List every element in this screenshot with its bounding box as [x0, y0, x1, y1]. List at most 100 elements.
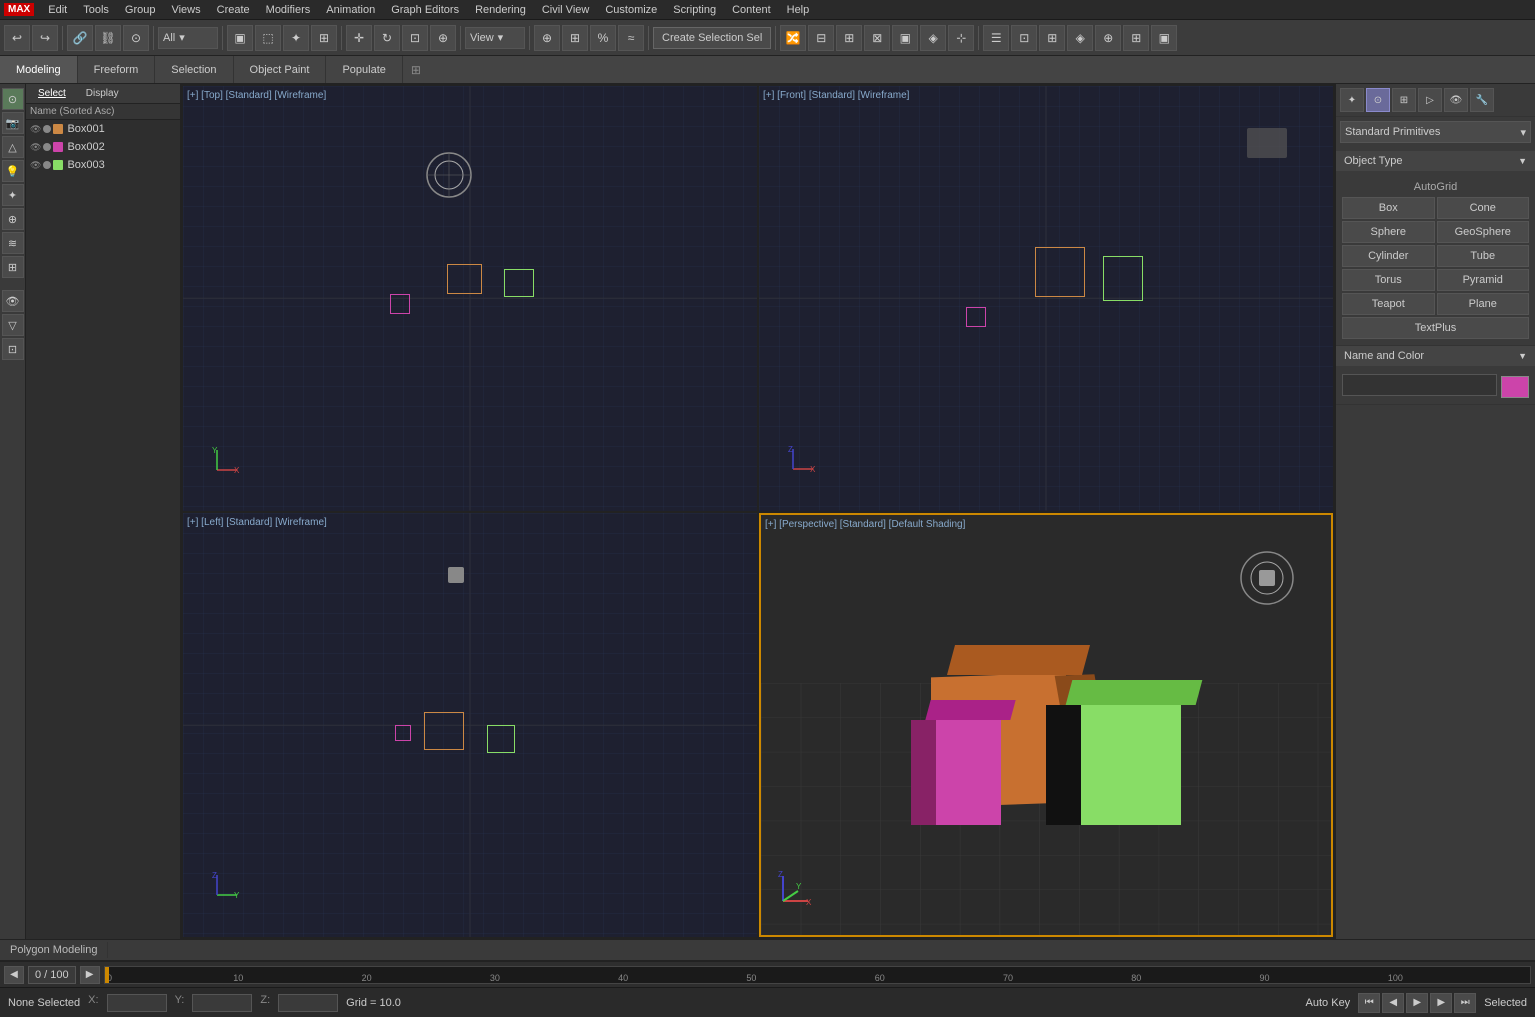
menu-group[interactable]: Group — [117, 0, 164, 20]
prim-tube[interactable]: Tube — [1437, 245, 1530, 267]
tab-modeling[interactable]: Modeling — [0, 56, 78, 83]
tool-systems[interactable]: ⊞ — [2, 256, 24, 278]
schematic-view-button[interactable]: ⊞ — [1039, 25, 1065, 51]
render-setup-button[interactable]: ⊕ — [1095, 25, 1121, 51]
prim-sphere[interactable]: Sphere — [1342, 221, 1435, 243]
menu-views[interactable]: Views — [163, 0, 208, 20]
prim-cylinder[interactable]: Cylinder — [1342, 245, 1435, 267]
prim-box[interactable]: Box — [1342, 197, 1435, 219]
place-highlight-button[interactable]: ▣ — [892, 25, 918, 51]
viewport-front[interactable]: [+] [Front] [Standard] [Wireframe] X Z — [759, 86, 1333, 511]
place-button[interactable]: ⊕ — [430, 25, 456, 51]
link-button[interactable]: 🔗 — [67, 25, 93, 51]
redo-button[interactable]: ↪ — [32, 25, 58, 51]
render-button[interactable]: ⊞ — [1123, 25, 1149, 51]
rp-create-icon[interactable]: ✦ — [1340, 88, 1364, 112]
tool-container[interactable]: ⊡ — [2, 338, 24, 360]
prim-cone[interactable]: Cone — [1437, 197, 1530, 219]
select-header-btn[interactable]: Select — [30, 86, 74, 101]
timeline-next-btn[interactable]: ▶ — [80, 966, 100, 984]
menu-customize[interactable]: Customize — [597, 0, 665, 20]
prim-teapot[interactable]: Teapot — [1342, 293, 1435, 315]
x-coord-input[interactable] — [107, 994, 167, 1012]
prim-plane[interactable]: Plane — [1437, 293, 1530, 315]
bind-button[interactable]: ⊙ — [123, 25, 149, 51]
align-to-view-button[interactable]: ⊹ — [948, 25, 974, 51]
unlink-button[interactable]: ⛓ — [95, 25, 121, 51]
menu-modifiers[interactable]: Modifiers — [258, 0, 319, 20]
tab-object-paint[interactable]: Object Paint — [234, 56, 327, 83]
menu-content[interactable]: Content — [724, 0, 779, 20]
tool-spacewarp[interactable]: ≋ — [2, 232, 24, 254]
tab-freeform[interactable]: Freeform — [78, 56, 156, 83]
menu-civil-view[interactable]: Civil View — [534, 0, 597, 20]
name-color-header[interactable]: Name and Color ▼ — [1336, 346, 1535, 366]
layer-button[interactable]: ☰ — [983, 25, 1009, 51]
color-swatch[interactable] — [1501, 376, 1529, 398]
percent-snap[interactable]: % — [590, 25, 616, 51]
menu-tools[interactable]: Tools — [75, 0, 117, 20]
viewport-top[interactable]: [+] [Top] [Standard] [Wireframe] — [183, 86, 757, 511]
poly-modeling-tab[interactable]: Polygon Modeling — [0, 942, 108, 958]
timeline-prev-btn[interactable]: ◀ — [4, 966, 24, 984]
material-editor-button[interactable]: ◈ — [1067, 25, 1093, 51]
timeline-scrubber[interactable]: 0 10 20 30 40 50 60 70 80 90 100 — [104, 966, 1531, 984]
scene-object-box001[interactable]: 👁 Box001 — [26, 120, 180, 138]
view-dropdown[interactable]: View ▾ — [465, 27, 525, 49]
tool-shapes[interactable]: △ — [2, 136, 24, 158]
rp-motion-icon[interactable]: ▷ — [1418, 88, 1442, 112]
tool-helpers[interactable]: ⊕ — [2, 208, 24, 230]
align-camera-button[interactable]: ◈ — [920, 25, 946, 51]
tab-selection[interactable]: Selection — [155, 56, 233, 83]
z-coord-input[interactable] — [278, 994, 338, 1012]
menu-scripting[interactable]: Scripting — [665, 0, 724, 20]
display-header-btn[interactable]: Display — [78, 86, 127, 101]
tool-camera[interactable]: 📷 — [2, 112, 24, 134]
menu-animation[interactable]: Animation — [318, 0, 383, 20]
mirror-button[interactable]: 🔀 — [780, 25, 806, 51]
prim-textplus[interactable]: TextPlus — [1342, 317, 1529, 339]
tool-lights[interactable]: 💡 — [2, 160, 24, 182]
scene-object-box003[interactable]: 👁 Box003 — [26, 156, 180, 174]
rotate-button[interactable]: ↻ — [374, 25, 400, 51]
pb-next-frame[interactable]: ▶ — [1430, 993, 1452, 1013]
tool-eye[interactable]: 👁 — [2, 290, 24, 312]
menu-rendering[interactable]: Rendering — [467, 0, 534, 20]
object-type-header[interactable]: Object Type ▼ — [1336, 151, 1535, 171]
pb-go-start[interactable]: ⏮ — [1358, 993, 1380, 1013]
pb-prev-frame[interactable]: ◀ — [1382, 993, 1404, 1013]
select-button[interactable]: ▣ — [227, 25, 253, 51]
rp-modify-icon[interactable]: ⊙ — [1366, 88, 1390, 112]
ribbon-button[interactable]: ⊡ — [1011, 25, 1037, 51]
prim-pyramid[interactable]: Pyramid — [1437, 269, 1530, 291]
scene-object-box002[interactable]: 👁 Box002 — [26, 138, 180, 156]
menu-create[interactable]: Create — [209, 0, 258, 20]
viewport-left[interactable]: [+] [Left] [Standard] [Wireframe] Y — [183, 513, 757, 938]
pb-go-end[interactable]: ⏭ — [1454, 993, 1476, 1013]
tool-select[interactable]: ⊙ — [2, 88, 24, 110]
spinner-snap[interactable]: ≈ — [618, 25, 644, 51]
y-coord-input[interactable] — [192, 994, 252, 1012]
snap-toggle[interactable]: ⊕ — [534, 25, 560, 51]
move-button[interactable]: ✛ — [346, 25, 372, 51]
menu-graph-editors[interactable]: Graph Editors — [383, 0, 467, 20]
tool-filter[interactable]: ▽ — [2, 314, 24, 336]
viewport-perspective[interactable]: [+] [Perspective] [Standard] [Default Sh… — [759, 513, 1333, 938]
select-region-button[interactable]: ⬚ — [255, 25, 281, 51]
object-name-input[interactable] — [1342, 374, 1497, 396]
rp-display-icon[interactable]: 👁 — [1444, 88, 1468, 112]
tab-populate[interactable]: Populate — [326, 56, 402, 83]
normal-align-button[interactable]: ⊠ — [864, 25, 890, 51]
align-button[interactable]: ⊟ — [808, 25, 834, 51]
render-frame-button[interactable]: ▣ — [1151, 25, 1177, 51]
rp-hierarchy-icon[interactable]: ⊞ — [1392, 88, 1416, 112]
scale-button[interactable]: ⊡ — [402, 25, 428, 51]
menu-edit[interactable]: Edit — [40, 0, 75, 20]
primitives-dropdown[interactable]: Standard Primitives ▾ — [1340, 121, 1531, 143]
prim-torus[interactable]: Torus — [1342, 269, 1435, 291]
angle-snap[interactable]: ⊞ — [562, 25, 588, 51]
undo-button[interactable]: ↩ — [4, 25, 30, 51]
pb-play[interactable]: ▶ — [1406, 993, 1428, 1013]
create-selection-button[interactable]: Create Selection Sel — [653, 27, 771, 49]
rp-utilities-icon[interactable]: 🔧 — [1470, 88, 1494, 112]
